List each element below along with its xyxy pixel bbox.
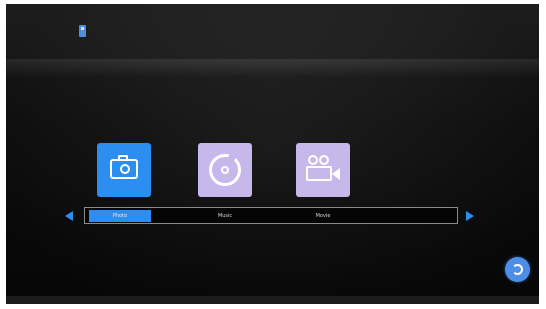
movie-camera-icon xyxy=(306,166,332,181)
right-arrow-icon[interactable] xyxy=(466,211,474,221)
menu-item-photo[interactable]: Photo xyxy=(89,210,151,222)
photo-tile[interactable] xyxy=(97,143,151,197)
media-menu-bar: Photo Music Movie xyxy=(84,207,458,224)
movie-reel-right xyxy=(319,155,329,165)
music-tile[interactable] xyxy=(198,143,252,197)
screen-vignette xyxy=(6,4,539,304)
movie-reel-left xyxy=(308,155,318,165)
tv-screen: Photo Music Movie xyxy=(6,4,539,304)
bottom-strip xyxy=(6,296,539,304)
return-button[interactable] xyxy=(505,257,530,282)
menu-item-movie[interactable]: Movie xyxy=(303,210,343,222)
top-band xyxy=(6,59,539,77)
left-arrow-icon[interactable] xyxy=(65,211,73,221)
camera-icon xyxy=(110,155,138,179)
menu-item-music[interactable]: Music xyxy=(205,210,245,222)
movie-tile[interactable] xyxy=(296,143,350,197)
movie-lens xyxy=(332,168,340,180)
usb-icon xyxy=(79,25,86,37)
